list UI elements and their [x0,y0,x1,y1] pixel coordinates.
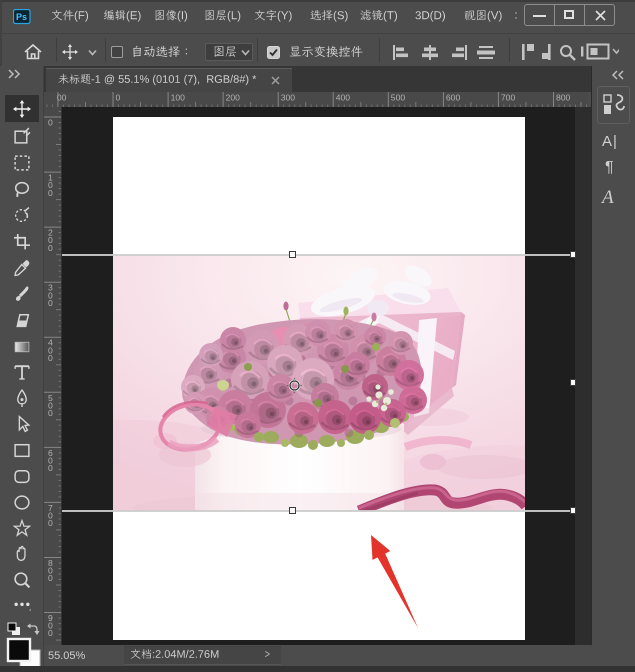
svg-text:500: 500 [391,93,406,103]
svg-text:Ps: Ps [16,12,27,22]
svg-text:0: 0 [48,573,53,583]
svg-text:0: 0 [48,188,53,198]
svg-text:300: 300 [281,93,296,103]
svg-text:800: 800 [556,93,571,103]
svg-text:100: 100 [171,93,186,103]
svg-text:0: 0 [48,298,53,308]
svg-text:400: 400 [336,93,351,103]
svg-text:200: 200 [226,93,241,103]
svg-text:0: 0 [48,408,53,418]
svg-text:0: 0 [48,518,53,528]
svg-text:0: 0 [48,353,53,363]
svg-text:00: 00 [57,93,67,103]
svg-text:0: 0 [48,243,53,253]
svg-text:600: 600 [446,93,461,103]
svg-text:700: 700 [501,93,516,103]
svg-text:0: 0 [116,93,121,103]
svg-text:0: 0 [48,463,53,473]
svg-text:0: 0 [48,118,53,128]
